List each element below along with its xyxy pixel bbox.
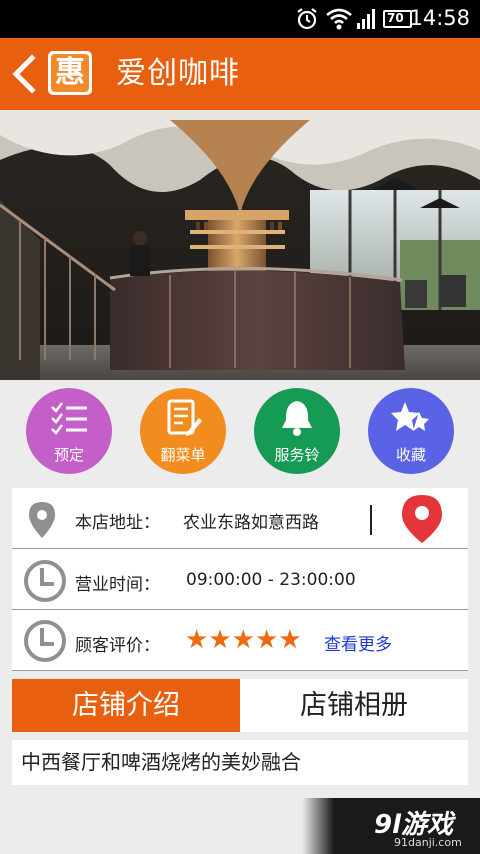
star-filled-icon: ★ (254, 625, 279, 655)
reserve-label: 预定 (53, 446, 84, 464)
rating-row: 顾客评价： ★ ★ ★ ★ ★ 查看更多 (12, 610, 468, 671)
app-header: 惠 爱创咖啡 (0, 38, 480, 110)
site-watermark: 9l游戏 91danji.com (302, 798, 480, 854)
favorite-label: 收藏 (395, 446, 426, 464)
map-marker-icon[interactable] (400, 493, 444, 545)
star-filled-icon: ★ (208, 625, 232, 655)
menu-label: 翻菜单 (160, 446, 206, 464)
bell-icon (282, 401, 312, 436)
star-icon (391, 402, 429, 431)
address-row[interactable]: 本店地址： 农业东路如意西路 (12, 488, 468, 549)
clock-icon (24, 620, 66, 662)
action-bar: 预定 翻菜单 服务铃 收藏 (0, 380, 480, 488)
rating-label: 顾客评价： (75, 636, 160, 656)
menu-edit-icon (167, 399, 202, 436)
battery-icon: 70 (383, 10, 412, 28)
tab-store-intro[interactable]: 店铺介绍 (12, 679, 240, 732)
store-intro-text: 中西餐厅和啤酒烧烤的美妙融合 (12, 740, 468, 785)
logo-glyph: 惠 (51, 54, 89, 92)
app-logo: 惠 (48, 51, 92, 95)
store-photo[interactable] (0, 110, 480, 380)
service-bell-label: 服务铃 (274, 446, 320, 464)
see-more-link[interactable]: 查看更多 (324, 630, 392, 655)
tab-bar: 店铺介绍 店铺相册 (12, 679, 468, 732)
star-filled-icon: ★ (185, 625, 209, 655)
vertical-divider (370, 505, 372, 535)
signal-icon (357, 9, 375, 29)
hours-value: 09:00:00 - 23:00:00 (186, 570, 356, 590)
rating-stars: ★ ★ ★ ★ ★ (185, 627, 302, 653)
battery-level: 70 (387, 11, 404, 25)
location-pin-icon (29, 502, 55, 538)
back-button[interactable] (8, 52, 40, 96)
page-title: 爱创咖啡 (116, 56, 240, 91)
service-bell-button[interactable]: 服务铃 (254, 388, 340, 474)
status-bar: 70 14:58 (0, 0, 480, 38)
tab-store-album[interactable]: 店铺相册 (240, 679, 468, 732)
hours-label: 营业时间： (75, 575, 160, 595)
wifi-icon (326, 8, 352, 30)
list-check-icon (51, 402, 87, 435)
star-filled-icon: ★ (231, 625, 255, 655)
menu-button[interactable]: 翻菜单 (140, 388, 226, 474)
alarm-icon (297, 8, 317, 30)
clock: 14:58 (409, 6, 470, 30)
address-label: 本店地址： (75, 513, 160, 533)
star-filled-icon: ★ (278, 625, 302, 655)
store-info: 本店地址： 农业东路如意西路 营业时间： 09:00:00 - 23:00:00… (12, 488, 468, 671)
reserve-button[interactable]: 预定 (26, 388, 112, 474)
watermark-url: 91danji.com (394, 836, 462, 849)
clock-icon (24, 560, 66, 602)
hours-row: 营业时间： 09:00:00 - 23:00:00 (12, 549, 468, 610)
address-value: 农业东路如意西路 (183, 513, 319, 533)
favorite-button[interactable]: 收藏 (368, 388, 454, 474)
